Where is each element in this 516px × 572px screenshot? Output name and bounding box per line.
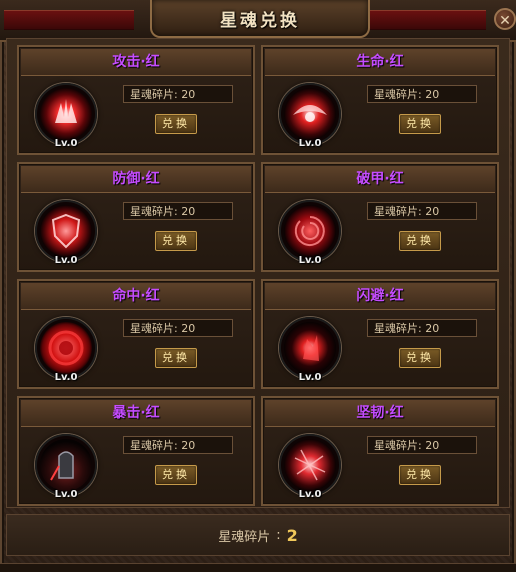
soul-card-attack: 攻击·红 Lv.0 星魂碎片: 20 兑换 (17, 45, 255, 155)
fragment-total-separator: : (276, 527, 281, 543)
card-title: 暴击·红 (112, 405, 160, 421)
fragment-cost: 星魂碎片: 20 (367, 85, 477, 103)
fragment-cost: 星魂碎片: 20 (367, 319, 477, 337)
card-header: 防御·红 (21, 166, 251, 193)
exchange-button[interactable]: 兑换 (399, 114, 441, 134)
soul-card-dodge: 闪避·红 Lv.0 星魂碎片: 20 兑换 (261, 279, 499, 389)
fragment-total-bar: 星魂碎片 : 2 (6, 514, 510, 556)
soul-card-defense: 防御·红 Lv.0 星魂碎片: 20 兑换 (17, 162, 255, 272)
card-title: 破甲·红 (356, 171, 404, 187)
card-header: 破甲·红 (265, 166, 495, 193)
card-title: 攻击·红 (112, 54, 160, 70)
soul-orb[interactable]: Lv.0 (35, 83, 97, 149)
level-label: Lv.0 (298, 489, 322, 500)
soul-card-toughness: 坚韧·红 Lv.0 星魂碎片: 20 兑换 (261, 396, 499, 506)
fragment-total-label: 星魂碎片 (218, 529, 271, 545)
card-header: 暴击·红 (21, 400, 251, 427)
card-title: 闪避·红 (356, 288, 404, 304)
soul-orb[interactable]: Lv.0 (279, 83, 341, 149)
level-label: Lv.0 (54, 372, 78, 383)
title-bar-right-ornament (356, 10, 486, 30)
level-label: Lv.0 (298, 255, 322, 266)
card-title: 坚韧·红 (356, 405, 404, 421)
exchange-button[interactable]: 兑换 (155, 348, 197, 368)
fragment-cost: 星魂碎片: 20 (123, 436, 233, 454)
soul-orb[interactable]: Lv.0 (35, 317, 97, 383)
title-bar-left-ornament (4, 10, 134, 30)
exchange-button[interactable]: 兑换 (399, 348, 441, 368)
fragment-cost: 星魂碎片: 20 (123, 319, 233, 337)
level-label: Lv.0 (54, 489, 78, 500)
title-bar: 星魂兑换 ✕ (0, 0, 516, 42)
hit-soul-icon (35, 317, 97, 379)
soul-orb[interactable]: Lv.0 (35, 200, 97, 266)
soul-orb[interactable]: Lv.0 (279, 317, 341, 383)
title-plate: 星魂兑换 (150, 0, 370, 38)
toughness-soul-icon (279, 434, 341, 496)
soul-card-armor-break: 破甲·红 Lv.0 星魂碎片: 20 兑换 (261, 162, 499, 272)
level-label: Lv.0 (54, 255, 78, 266)
card-header: 闪避·红 (265, 283, 495, 310)
card-header: 攻击·红 (21, 49, 251, 76)
level-label: Lv.0 (298, 372, 322, 383)
fragment-cost: 星魂碎片: 20 (367, 202, 477, 220)
exchange-button[interactable]: 兑换 (399, 465, 441, 485)
armor-break-soul-icon (279, 200, 341, 262)
card-header: 坚韧·红 (265, 400, 495, 427)
fragment-total-count: 2 (286, 525, 298, 545)
level-label: Lv.0 (298, 138, 322, 149)
fragment-cost: 星魂碎片: 20 (367, 436, 477, 454)
soul-orb[interactable]: Lv.0 (279, 200, 341, 266)
close-icon[interactable]: ✕ (499, 13, 511, 29)
close-button[interactable]: ✕ (494, 8, 516, 30)
soul-orb[interactable]: Lv.0 (279, 434, 341, 500)
level-label: Lv.0 (54, 138, 78, 149)
card-header: 生命·红 (265, 49, 495, 76)
soul-card-hit: 命中·红 Lv.0 星魂碎片: 20 兑换 (17, 279, 255, 389)
exchange-button[interactable]: 兑换 (399, 231, 441, 251)
window-title: 星魂兑换 (220, 10, 300, 31)
exchange-button[interactable]: 兑换 (155, 231, 197, 251)
card-title: 防御·红 (112, 171, 160, 187)
soul-card-crit: 暴击·红 Lv.0 星魂碎片: 20 兑换 (17, 396, 255, 506)
attack-soul-icon (35, 83, 97, 145)
crit-soul-icon (35, 434, 97, 496)
fragment-cost: 星魂碎片: 20 (123, 85, 233, 103)
exchange-button[interactable]: 兑换 (155, 465, 197, 485)
fragment-cost: 星魂碎片: 20 (123, 202, 233, 220)
exchange-button[interactable]: 兑换 (155, 114, 197, 134)
soul-card-life: 生命·红 Lv.0 星魂碎片: 20 兑换 (261, 45, 499, 155)
star-soul-exchange-window: 星魂兑换 ✕ 攻击·红 Lv.0 星魂碎片: 20 兑换 生命·红 Lv.0 星… (0, 0, 516, 572)
defense-soul-icon (35, 200, 97, 262)
dodge-soul-icon (279, 317, 341, 379)
card-title: 命中·红 (112, 288, 160, 304)
card-header: 命中·红 (21, 283, 251, 310)
card-title: 生命·红 (356, 54, 404, 70)
soul-orb[interactable]: Lv.0 (35, 434, 97, 500)
exchange-panel: 攻击·红 Lv.0 星魂碎片: 20 兑换 生命·红 Lv.0 星魂碎片: 20… (6, 38, 510, 508)
life-soul-icon (279, 83, 341, 145)
